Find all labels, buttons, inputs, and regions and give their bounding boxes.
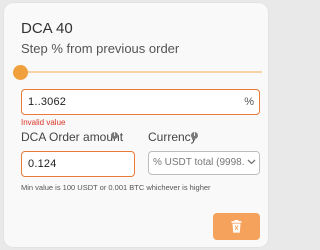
currency-select[interactable]: % USDT total (9998.73	[148, 151, 260, 175]
step-label: Step % from previous order	[21, 41, 180, 56]
step-percent-input[interactable]: 1..3062 %	[21, 89, 260, 115]
amount-input[interactable]: 0.124	[21, 151, 135, 177]
step-slider-track[interactable]	[21, 71, 262, 73]
chevron-down-icon	[245, 152, 259, 174]
info-icon[interactable]: i	[191, 132, 198, 139]
amount-value: 0.124	[28, 158, 57, 170]
currency-selected-value: % USDT total (9998.73	[153, 157, 256, 168]
amount-hint: Min value is 100 USDT or 0.001 BTC which…	[21, 183, 211, 192]
percent-suffix: %	[244, 96, 254, 108]
currency-label: Currency	[148, 130, 197, 144]
info-icon[interactable]: i	[111, 132, 118, 139]
step-percent-value: 1..3062	[28, 96, 67, 108]
trash-icon	[231, 220, 242, 233]
step-error-message: Invalid value	[21, 118, 66, 127]
dca-order-card: DCA 40 Step % from previous order 1..306…	[4, 3, 268, 247]
delete-order-button[interactable]	[213, 213, 260, 240]
card-title: DCA 40	[21, 20, 73, 37]
amount-label: DCA Order amount	[21, 130, 124, 144]
step-slider-thumb[interactable]	[13, 65, 28, 80]
